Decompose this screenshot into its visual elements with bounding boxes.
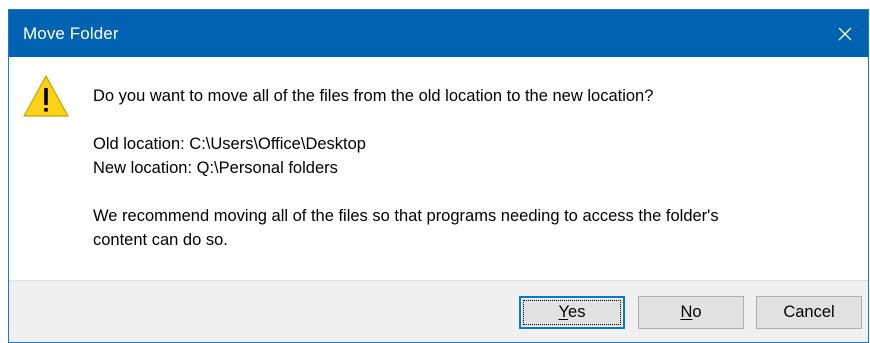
yes-accelerator: Y: [558, 303, 569, 321]
move-folder-dialog: Move Folder Do you want to move all of t…: [8, 9, 869, 343]
recommendation-text-line1: We recommend moving all of the files so …: [93, 207, 719, 225]
cancel-label: Cancel: [783, 303, 835, 321]
recommendation-text-line2: content can do so.: [93, 231, 228, 249]
new-location-text: New location: Q:\Personal folders: [93, 159, 338, 177]
warning-icon: [23, 75, 69, 117]
no-label-rest: o: [692, 303, 702, 321]
yes-button[interactable]: Yes: [519, 296, 625, 329]
old-location-text: Old location: C:\Users\Office\Desktop: [93, 135, 366, 153]
cancel-button[interactable]: Cancel: [756, 296, 862, 329]
title-bar: Move Folder: [9, 10, 868, 57]
close-icon: [838, 27, 852, 40]
close-button[interactable]: [822, 10, 868, 57]
button-bar: Yes No Cancel: [9, 280, 868, 342]
window-title: Move Folder: [23, 24, 119, 43]
dialog-content: Do you want to move all of the files fro…: [9, 57, 868, 280]
yes-label-rest: es: [568, 303, 586, 321]
no-button[interactable]: No: [638, 296, 744, 329]
question-text: Do you want to move all of the files fro…: [93, 87, 654, 105]
no-accelerator: N: [680, 303, 693, 321]
